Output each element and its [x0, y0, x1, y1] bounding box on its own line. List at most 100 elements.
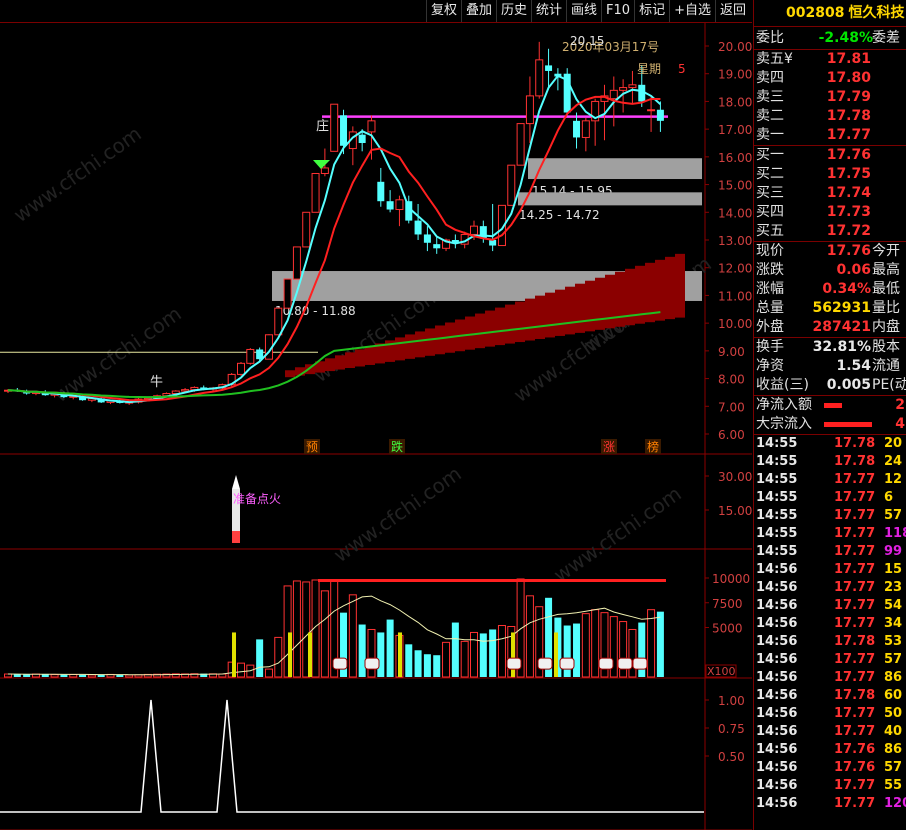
tick-price: 17.77 [834, 778, 876, 793]
flow-label: 净流入额 [756, 397, 812, 413]
candle-body [525, 95, 534, 125]
toolbar-button-1[interactable]: 叠加 [460, 0, 496, 22]
tick-row: 14:56 17.77 120 [754, 795, 906, 813]
tick-row: 14:56 17.77 86 [754, 669, 906, 687]
tick-time: 14:56 [756, 598, 798, 613]
high-label: 20.15 [570, 34, 604, 48]
stat-value: 562931 [812, 300, 871, 316]
stat-label: 涨幅 [756, 281, 784, 297]
ask-book: 卖五¥ 17.81 卖四 17.80 卖三 17.79 卖二 17.78 卖一 17.77 [754, 50, 906, 146]
bid-book: 买一 17.76 买二 17.75 买三 17.74 买四 17.73 买五 17.72 [754, 146, 906, 242]
tick-price: 17.77 [834, 544, 876, 559]
tick-price: 17.76 [834, 760, 876, 775]
flow-row: 净流入额 2 [754, 396, 906, 415]
ask-row: 卖一 17.77 [754, 126, 906, 145]
volume-bar [358, 624, 366, 677]
tick-time: 14:56 [756, 616, 798, 631]
tick-row: 14:56 17.77 23 [754, 579, 906, 597]
weibi-label: 委比 [756, 30, 784, 46]
price-axis-label: 7.00 [718, 400, 745, 414]
toolbar-button-4[interactable]: 画线 [566, 0, 601, 22]
bid-label: 买二 [756, 166, 784, 182]
candle-body [320, 167, 329, 174]
candle-body [274, 307, 283, 336]
flow-bar [824, 403, 842, 408]
toolbar-button-8[interactable]: 返回 [714, 0, 750, 22]
flow-row: 大宗流入 4 [754, 415, 906, 434]
tick-price: 17.77 [834, 562, 876, 577]
kline-chart[interactable]: 20.00 19.00 18.00 17.00 16.00 15.00 14.00 13.00… [0, 23, 752, 830]
price-axis-label: 15.00 [718, 179, 752, 193]
candle-body [143, 397, 152, 400]
bid-label: 买一 [756, 147, 784, 163]
fund-label: 收益(三) [756, 377, 809, 393]
house-icon [332, 657, 348, 670]
tick-row: 14:55 17.77 6 [754, 489, 906, 507]
candle-body [377, 181, 385, 202]
toolbar-button-6[interactable]: 标记 [634, 0, 669, 22]
toolbar-button-3[interactable]: 统计 [531, 0, 566, 22]
ask-row: 卖四 17.80 [754, 69, 906, 88]
tick-time: 14:55 [756, 526, 798, 541]
cloud-bar [525, 298, 535, 341]
cloud-bar [665, 256, 675, 320]
toolbar-button-2[interactable]: 历史 [495, 0, 531, 22]
volume-signal-bar [511, 632, 515, 677]
stat-label: 总量 [756, 300, 784, 316]
tick-volume: 54 [884, 598, 903, 613]
price-axis-label: 18.00 [718, 95, 752, 109]
tick-price: 17.77 [834, 508, 876, 523]
osc-line [0, 699, 704, 813]
price-axis-label: 10.00 [718, 317, 752, 331]
house-icon [617, 657, 633, 670]
bid-row: 买四 17.73 [754, 203, 906, 222]
toolbar-button-7[interactable]: +自选 [669, 0, 715, 22]
candle-body [386, 201, 394, 210]
volume-bar [656, 611, 664, 677]
tick-time: 14:56 [756, 634, 798, 649]
stat-label2: 量比 [872, 300, 900, 316]
tick-time: 14:56 [756, 724, 798, 739]
bid-price: 17.75 [826, 166, 871, 182]
tick-price: 17.78 [834, 634, 876, 649]
volume-bar [442, 641, 451, 678]
stat-value: 0.06 [836, 262, 871, 278]
price-axis-label: 14.00 [718, 206, 752, 220]
cloud-bar [285, 370, 295, 378]
mark-niu: 牛 [150, 375, 163, 390]
tick-time: 14:56 [756, 688, 798, 703]
cloud-bar [425, 328, 435, 356]
cloud-bar [495, 307, 505, 346]
volume-bar [60, 674, 68, 677]
volume-bar [460, 640, 469, 678]
tick-volume: 50 [884, 706, 903, 721]
stat-row: 总量 562931 量比 [754, 299, 906, 318]
candle-body [311, 172, 320, 213]
candle-body [330, 103, 339, 152]
watermark: www.cfchi.com [9, 121, 146, 227]
volume-bar [125, 674, 134, 678]
candle-body [573, 120, 581, 138]
toolbar-button-0[interactable]: 复权 [425, 0, 461, 22]
tick-volume: 120 [884, 796, 906, 811]
candle-body [433, 244, 441, 249]
tick-time: 14:55 [756, 490, 798, 505]
tick-price: 17.77 [834, 670, 876, 685]
stat-label2: 内盘 [872, 319, 900, 335]
chart-area[interactable]: 20.00 19.00 18.00 17.00 16.00 15.00 14.00 13.00… [0, 23, 752, 830]
tick-volume: 53 [884, 634, 903, 649]
tick-volume: 6 [884, 490, 894, 505]
toolbar-button-5[interactable]: F10 [601, 0, 634, 22]
tick-row: 14:55 17.77 12 [754, 471, 906, 489]
tick-row: 14:56 17.77 15 [754, 561, 906, 579]
price-zone [518, 192, 702, 206]
tick-list[interactable]: 14:55 17.78 20 14:55 17.78 24 14:55 17.77 12 14:5… [754, 435, 906, 813]
cloud-bar [405, 334, 415, 359]
rocket-flame [232, 531, 240, 543]
volume-signal-bar [288, 632, 292, 677]
stat-label: 外盘 [756, 319, 784, 335]
fund-flow: 净流入额 2 大宗流入 4 [754, 396, 906, 435]
volume-bar [274, 636, 283, 678]
stat-label2: 最高 [872, 262, 900, 278]
candle-body [246, 348, 255, 364]
